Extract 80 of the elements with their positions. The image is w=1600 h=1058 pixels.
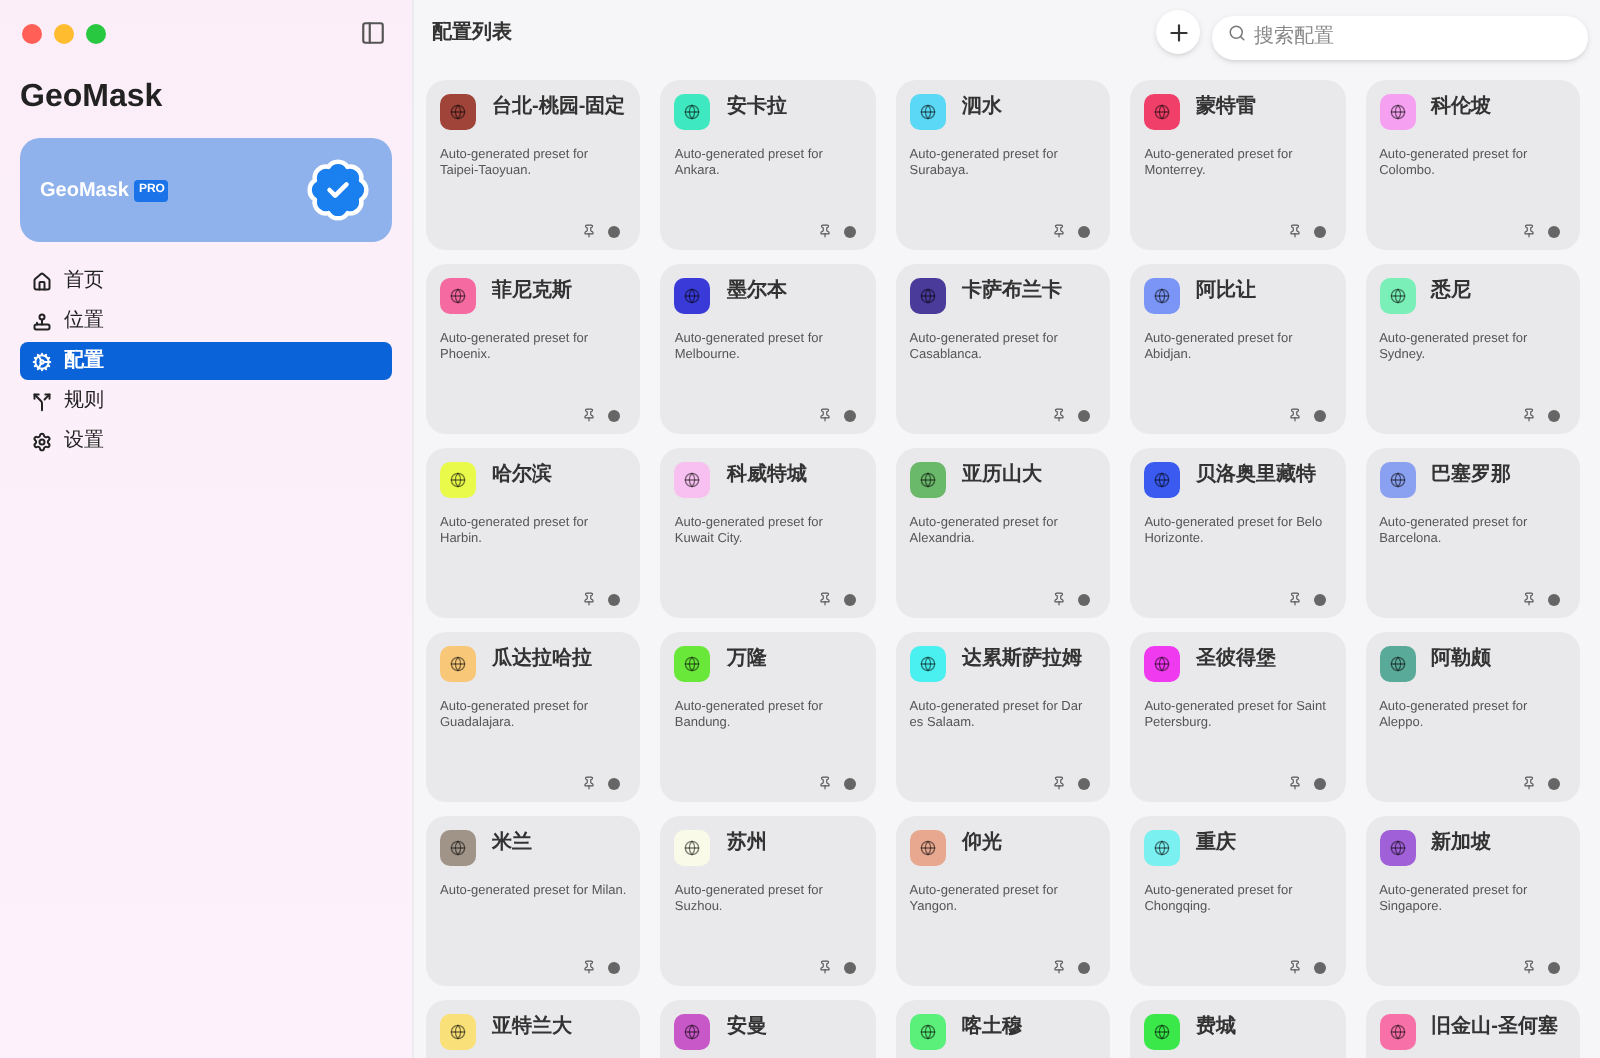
pin-icon[interactable]	[582, 960, 597, 974]
pin-icon[interactable]	[582, 776, 597, 790]
settings-icon	[32, 431, 52, 451]
preset-name: 卡萨布兰卡	[961, 278, 1062, 304]
nav-item[interactable]: 规则	[20, 382, 392, 420]
pin-icon[interactable]	[1522, 776, 1536, 790]
app-title: GeoMask	[20, 78, 165, 118]
preset-name: 米兰	[492, 830, 532, 856]
preset-name: 圣彼得堡	[1196, 646, 1277, 672]
preset-name: 菲尼克斯	[492, 278, 572, 304]
preset-name: 科伦坡	[1431, 94, 1492, 120]
pin-icon[interactable]	[1052, 224, 1067, 238]
pin-icon[interactable]	[1522, 408, 1536, 422]
add-button[interactable]	[1156, 10, 1200, 54]
preset-card[interactable]: 费城	[1130, 1000, 1346, 1058]
preset-name: 亚历山大	[961, 462, 1042, 488]
nav-item[interactable]: 位置	[20, 302, 392, 340]
pin-icon[interactable]	[1052, 776, 1067, 790]
preset-name: 台北-桃园-固定	[492, 94, 626, 120]
nav-item[interactable]: 配置	[20, 342, 392, 380]
sidebar-toggle-icon[interactable]	[360, 20, 386, 46]
preset-card[interactable]: 旧金山-圣何塞	[1365, 1000, 1580, 1058]
pin-icon[interactable]	[1287, 960, 1302, 974]
pin-icon[interactable]	[817, 776, 832, 790]
pin-icon[interactable]	[1287, 224, 1302, 238]
preset-name: 悉尼	[1431, 278, 1472, 304]
pin-icon[interactable]	[817, 960, 832, 974]
preset-name: 达累斯萨拉姆	[961, 646, 1082, 672]
verified-badge-icon	[304, 156, 372, 224]
preset-name: 泗水	[961, 94, 1002, 120]
page-title: 配置列表	[432, 19, 512, 47]
search-icon	[1228, 23, 1246, 41]
pin-icon[interactable]	[1522, 224, 1536, 238]
preset-name: 哈尔滨	[492, 462, 552, 488]
preset-name: 仰光	[961, 830, 1002, 856]
preset-name: 阿勒颇	[1431, 646, 1492, 672]
pin-icon[interactable]	[582, 224, 597, 238]
pin-icon[interactable]	[817, 224, 832, 238]
preset-name: 墨尔本	[726, 278, 787, 304]
preset-name: 瓜达拉哈拉	[492, 646, 592, 672]
joystick-icon	[32, 311, 52, 331]
preset-name: 安曼	[726, 1014, 767, 1040]
preset-name: 费城	[1196, 1014, 1237, 1040]
preset-name: 亚特兰大	[492, 1014, 572, 1040]
preset-name: 万隆	[726, 646, 767, 672]
pin-icon[interactable]	[1522, 592, 1536, 606]
preset-name: 科威特城	[726, 462, 807, 488]
pin-icon[interactable]	[1052, 592, 1067, 606]
preset-card[interactable]: 安曼	[660, 1000, 876, 1058]
pin-icon[interactable]	[1287, 592, 1302, 606]
preset-name: 旧金山-圣何塞	[1431, 1014, 1558, 1040]
pin-icon[interactable]	[1287, 776, 1302, 790]
preset-name: 安卡拉	[726, 94, 787, 120]
pin-icon[interactable]	[817, 408, 832, 422]
pin-icon[interactable]	[817, 592, 832, 606]
pin-icon[interactable]	[1052, 960, 1067, 974]
pin-icon[interactable]	[1052, 408, 1067, 422]
pin-icon[interactable]	[1287, 408, 1302, 422]
pin-icon[interactable]	[582, 408, 597, 422]
preset-card[interactable]: 亚特兰大	[426, 1000, 641, 1058]
gears-icon	[32, 351, 52, 371]
plus-icon	[1165, 19, 1191, 45]
preset-name: 苏州	[726, 830, 767, 856]
preset-name: 新加坡	[1431, 830, 1492, 856]
home-icon	[32, 271, 52, 291]
preset-name: 阿比让	[1196, 278, 1257, 304]
close-button[interactable]	[22, 23, 42, 43]
preset-name: 喀土穆	[961, 1014, 1022, 1040]
nav-item[interactable]: 设置	[20, 422, 392, 460]
search-field[interactable]: 搜索配置	[1212, 15, 1588, 59]
nav-item[interactable]: 首页	[20, 262, 392, 300]
pin-icon[interactable]	[582, 592, 597, 606]
preset-name: 巴塞罗那	[1431, 462, 1512, 488]
pin-icon[interactable]	[1522, 960, 1536, 974]
fork-icon	[32, 391, 52, 411]
preset-name: 贝洛奥里藏特	[1196, 462, 1317, 488]
preset-name: 蒙特雷	[1196, 94, 1257, 120]
preset-name: 重庆	[1196, 830, 1237, 856]
preset-card[interactable]: 喀土穆	[895, 1000, 1111, 1058]
pro-card-title: GeoMask	[40, 177, 129, 205]
